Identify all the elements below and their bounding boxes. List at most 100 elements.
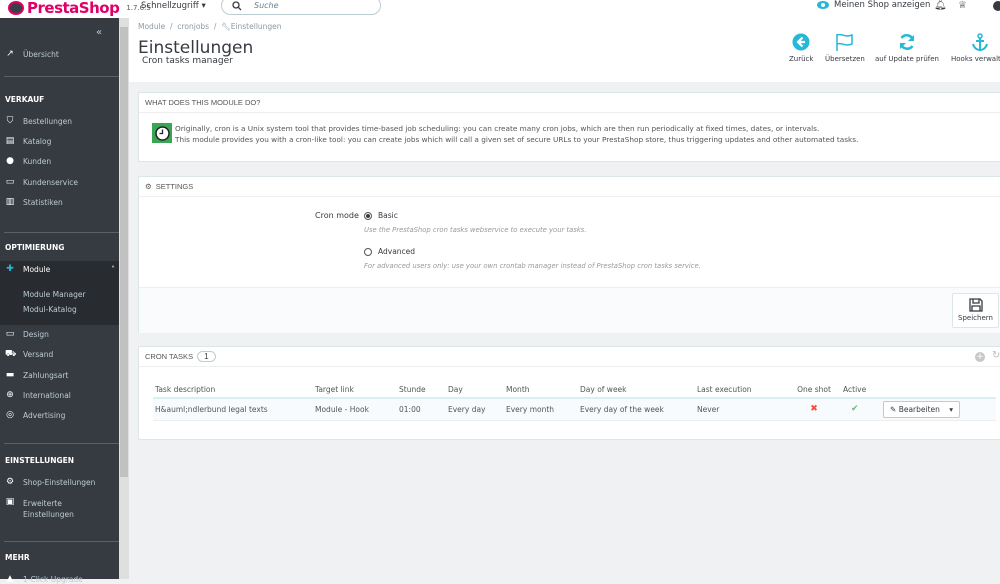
sidebar-item-orders[interactable]: ⛉ Bestellungen (5, 117, 119, 127)
one-shot-cross-icon[interactable]: ✖ (785, 398, 841, 421)
globe-icon: ⊕ (6, 390, 14, 400)
help-text: For advanced users only: use your own cr… (364, 262, 701, 270)
panel-title: WHAT DOES THIS MODULE DO? (145, 98, 261, 107)
divider (4, 443, 119, 444)
truck-icon: ⛟ (5, 349, 17, 359)
sidebar-item-dashboard[interactable]: ↗ Übersicht (5, 49, 119, 60)
trend-icon: ↗ (6, 49, 14, 59)
button-label: auf Update prüfen (875, 55, 939, 63)
sidebar-item-payment[interactable]: ▬ Zahlungsart (5, 371, 119, 381)
gear-icon: ⚙ (145, 182, 152, 191)
quick-access-label: Schnellzugriff (141, 1, 199, 11)
sidebar-item-label: Shop-Einstellungen (23, 478, 96, 487)
sidebar-item-label: Zahlungsart (23, 371, 69, 380)
logo-icon (8, 1, 24, 15)
table-header-row: Task description Target link Stunde Day … (153, 382, 996, 399)
submenu-module-catalog[interactable]: Modul-Katalog (23, 305, 77, 314)
column-header: Stunde (397, 382, 446, 399)
check-update-button[interactable]: auf Update prüfen (875, 33, 939, 63)
cell-description: H&auml;ndlerbund legal texts (153, 398, 313, 421)
sidebar-item-customers[interactable]: ● Kunden (5, 156, 119, 167)
column-header: Last execution (695, 382, 785, 399)
translate-button[interactable]: Übersetzen (825, 33, 865, 63)
sidebar-item-customer-service[interactable]: ▭ Kundenservice (5, 177, 119, 188)
sidebar-item-label: Module (23, 265, 51, 274)
column-header-actions (881, 382, 996, 399)
column-header: Target link (313, 382, 397, 399)
sidebar-item-shop-settings[interactable]: ⚙ Shop-Einstellungen (5, 477, 119, 488)
submenu-module-manager[interactable]: Module Manager (23, 290, 86, 299)
breadcrumb-cronjobs[interactable]: cronjobs (177, 22, 209, 31)
sidebar-item-upgrade[interactable]: ▲ 1-Click Upgrade (5, 575, 119, 584)
section-title: VERKAUF (5, 95, 45, 104)
logo[interactable]: PrestaShop 1.7.6.5 (8, 0, 151, 17)
quick-access-dropdown[interactable]: Schnellzugriff ▾ (141, 1, 206, 11)
sidebar-item-catalog[interactable]: ▤ Katalog (5, 136, 119, 147)
sidebar-item-advanced-settings[interactable]: ▣ Erweiterte Einstellungen (5, 498, 119, 520)
flag-icon (836, 33, 853, 51)
sidebar-item-label: Erweiterte Einstellungen (23, 499, 74, 519)
sidebar-item-label: Katalog (23, 137, 52, 146)
cell-month: Every month (504, 398, 578, 421)
panel-heading: WHAT DOES THIS MODULE DO? (139, 93, 1000, 113)
sidebar-item-shipping[interactable]: ⛟ Versand (5, 349, 119, 360)
cell-day: Every day (446, 398, 504, 421)
section-title: OPTIMIERUNG (5, 243, 65, 252)
sidebar-item-stats[interactable]: ▥ Statistiken (5, 197, 119, 208)
cron-mode-label: Cron mode (315, 211, 359, 220)
section-title: MEHR (5, 553, 30, 562)
sidebar-item-label: Kunden (23, 157, 52, 166)
caret-down-icon[interactable]: ▾ (949, 405, 953, 414)
refresh-list-icon[interactable]: ↻ (992, 350, 1000, 361)
pencil-icon: ✎ (890, 404, 897, 414)
radio-advanced[interactable]: Advanced (364, 247, 415, 256)
add-task-icon[interactable]: + (975, 352, 985, 362)
info-panel: WHAT DOES THIS MODULE DO? Originally, cr… (138, 92, 1000, 162)
settings-panel: ⚙ SETTINGS Cron mode Basic Use the Presta… (138, 176, 1000, 333)
store-icon: ▤ (5, 136, 15, 146)
back-button[interactable]: Zurück (789, 33, 813, 63)
sidebar-scrollbar-thumb[interactable] (120, 27, 128, 477)
radio-basic[interactable]: Basic (364, 211, 398, 220)
sidebar-item-design[interactable]: ▭ Design (5, 329, 119, 340)
view-shop-link[interactable]: Meinen Shop anzeigen (817, 0, 930, 10)
cell-last-execution: Never (695, 398, 785, 421)
sidebar-item-international[interactable]: ⊕ International (5, 390, 119, 401)
divider (4, 76, 119, 77)
bell-icon[interactable]: 🔔︎ (934, 0, 947, 11)
breadcrumb: Module / cronjobs / 🔧︎Einstellungen (138, 22, 282, 31)
breadcrumb-current: Einstellungen (230, 22, 282, 31)
top-bar: PrestaShop 1.7.6.5 Schnellzugriff ▾ Suche… (0, 0, 1000, 18)
gear-icon: ⚙ (5, 477, 15, 487)
sidebar-item-advertising[interactable]: ◎ Advertising (5, 410, 119, 421)
trophy-icon[interactable]: ♕ (958, 0, 967, 11)
button-label: Speichern (958, 314, 993, 322)
panel-heading: ⚙ SETTINGS (139, 177, 1000, 197)
collapse-sidebar-icon[interactable]: « (96, 27, 102, 38)
refresh-icon (899, 34, 915, 50)
manage-hooks-button[interactable]: Hooks verwalten (951, 33, 1000, 63)
chat-icon: ▭ (5, 177, 15, 187)
sidebar-item-modules[interactable]: ✚ Module ˄ (5, 265, 119, 275)
avatar[interactable] (993, 1, 1000, 11)
search-input[interactable]: Suche (221, 0, 381, 15)
column-header: Month (504, 382, 578, 399)
arrow-left-circle-icon (792, 33, 810, 51)
chart-icon: ▥ (5, 197, 15, 207)
button-label: Übersetzen (825, 55, 865, 63)
sidebar-item-label: Design (23, 330, 49, 339)
save-button[interactable]: Speichern (952, 293, 999, 328)
anchor-icon (972, 33, 989, 51)
caret-down-icon: ▾ (201, 1, 206, 11)
radio-checked-icon (364, 211, 372, 220)
edit-button[interactable]: ✎ Bearbeiten ▾ (883, 400, 960, 418)
cell-target: Module - Hook (313, 398, 397, 421)
user-icon: ● (6, 156, 14, 166)
active-check-icon[interactable]: ✔ (841, 398, 881, 421)
button-label: Hooks verwalten (951, 55, 1000, 63)
advertising-icon: ◎ (6, 410, 14, 420)
breadcrumb-module[interactable]: Module (138, 22, 165, 31)
monitor-icon: ▭ (5, 329, 15, 339)
column-header: Active (841, 382, 881, 399)
sidebar-item-label: 1-Click Upgrade (23, 575, 83, 584)
